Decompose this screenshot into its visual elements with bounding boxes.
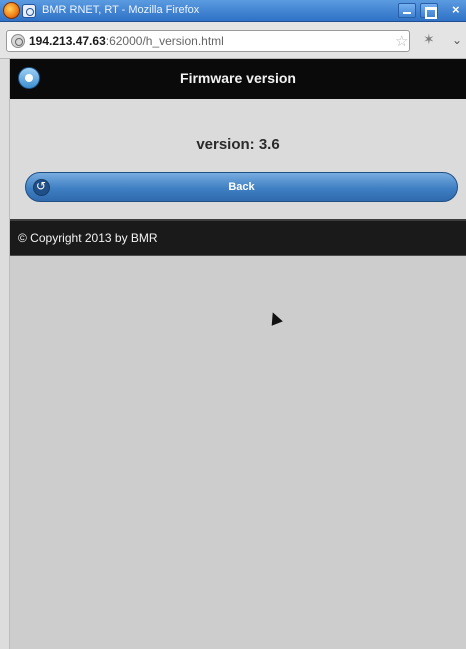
tools-icon[interactable]: ✶ [423, 32, 435, 48]
window-menu-icon[interactable] [22, 4, 36, 18]
window-title: BMR RNET, RT - Mozilla Firefox [42, 4, 200, 16]
url-path: :62000/h_version.html [105, 34, 224, 48]
close-icon[interactable]: × [452, 2, 460, 17]
firefox-icon [3, 2, 20, 19]
maximize-button[interactable] [420, 3, 438, 19]
app-header: Firmware version [10, 59, 466, 99]
browser-window: BMR RNET, RT - Mozilla Firefox × 194.213… [0, 0, 466, 649]
url-text: 194.213.47.63:62000/h_version.html [29, 34, 224, 48]
page-background [10, 256, 466, 649]
chevron-down-icon[interactable]: ⌄ [452, 33, 462, 47]
bookmark-star-icon[interactable]: ☆ [395, 32, 408, 50]
site-identity-icon[interactable] [11, 34, 25, 48]
address-bar[interactable]: 194.213.47.63:62000/h_version.html ☆ [6, 30, 410, 52]
firmware-version: version: 3.6 [196, 136, 280, 153]
copyright-text: © Copyright 2013 by BMR [18, 231, 158, 245]
back-button[interactable]: Back [25, 172, 458, 202]
navigation-bar: 194.213.47.63:62000/h_version.html ☆ ✶ ⌄ [0, 22, 466, 59]
sidebar-edge [0, 59, 10, 649]
footer: © Copyright 2013 by BMR [10, 219, 466, 256]
title-bar: BMR RNET, RT - Mozilla Firefox × [0, 0, 466, 22]
page-title: Firmware version [180, 70, 296, 86]
minimize-button[interactable] [398, 3, 416, 18]
back-label: Back [228, 181, 255, 193]
url-host: 194.213.47.63 [29, 34, 106, 48]
